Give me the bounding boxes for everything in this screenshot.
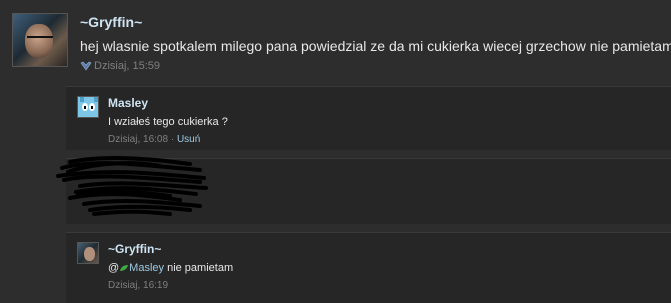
mention-link[interactable]: Masley [129, 262, 164, 274]
reply-message: @ Masley nie pamietam [108, 262, 233, 274]
post-message: hej wlasnie spotkalem milego pana powied… [80, 38, 671, 54]
main-post: ~Gryffin~ hej wlasnie spotkalem milego p… [0, 0, 671, 80]
avatar-pupil [91, 106, 93, 109]
avatar-ear [94, 97, 98, 102]
reply-item: ~Gryffin~ @ Masley nie pamietam Dzisiaj, … [66, 232, 671, 303]
leaf-icon [120, 265, 129, 272]
post-timestamp[interactable]: Dzisiaj, 15:59 [94, 60, 160, 72]
reply-avatar[interactable] [77, 242, 99, 264]
heart-icon[interactable] [80, 61, 92, 71]
reply-timestamp[interactable]: Dzisiaj, 16:19 [108, 280, 168, 291]
reply-text: nie pamietam [164, 262, 234, 274]
reply-author[interactable]: Masley [108, 96, 148, 110]
post-author[interactable]: ~Gryffin~ [80, 14, 142, 30]
reply-meta: Dzisiaj, 16:19 [108, 280, 168, 291]
reply-author[interactable]: ~Gryffin~ [108, 242, 161, 256]
delete-link[interactable]: Usuń [177, 134, 200, 145]
reply-timestamp[interactable]: Dzisiaj, 16:08 [108, 134, 168, 145]
reply-item: Masley I wziałeś tego cukierka ? Dzisiaj… [66, 86, 671, 150]
redaction-scribble [56, 156, 208, 216]
avatar-glasses [27, 36, 53, 42]
reply-message: I wziałeś tego cukierka ? [108, 116, 228, 128]
avatar-face [84, 247, 95, 261]
author-avatar[interactable] [12, 13, 68, 67]
mention-prefix: @ [108, 262, 120, 274]
avatar-ear [80, 97, 84, 102]
reply-meta: Dzisiaj, 16:08 · Usuń [108, 134, 200, 145]
avatar-pupil [84, 106, 86, 109]
post-meta: Dzisiaj, 15:59 [80, 60, 160, 72]
reply-avatar[interactable] [77, 96, 99, 118]
meta-separator: · [170, 134, 175, 145]
